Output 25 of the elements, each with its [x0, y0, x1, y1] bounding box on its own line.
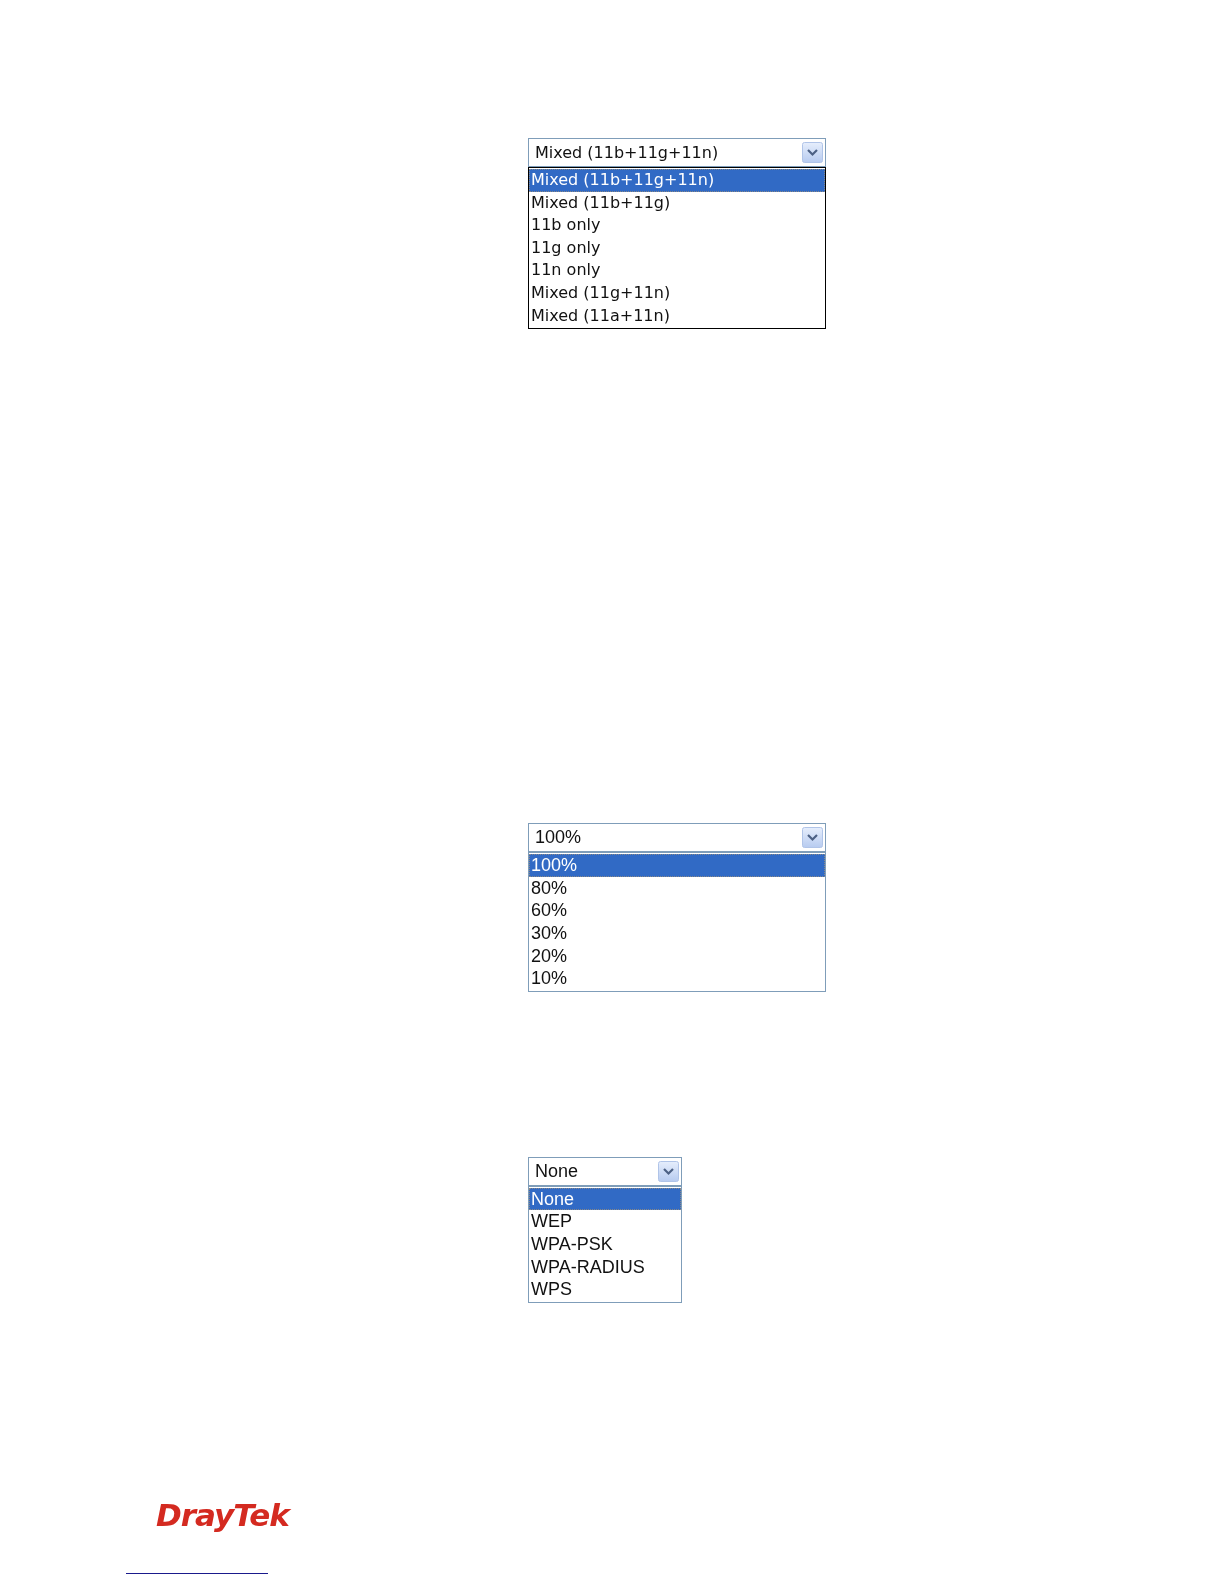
dropdown-option[interactable]: Mixed (11a+11n) — [529, 304, 825, 328]
dropdown-option[interactable]: 30% — [529, 921, 825, 945]
dropdown-field[interactable]: Mixed (11b+11g+11n) — [528, 138, 826, 167]
dropdown-field[interactable]: 100% — [528, 823, 826, 853]
dropdown-option[interactable]: 11n only — [529, 259, 825, 282]
dropdown-option[interactable]: 11g only — [529, 236, 825, 260]
dropdown-option[interactable]: 20% — [529, 944, 825, 968]
dropdown-option[interactable]: WPS — [529, 1278, 681, 1301]
dropdown-option[interactable]: Mixed (11b+11g+11n) — [529, 169, 825, 192]
chevron-down-icon[interactable] — [802, 827, 823, 849]
chevron-down-icon[interactable] — [658, 1160, 679, 1182]
dropdown-option[interactable]: 80% — [529, 876, 825, 900]
dropdown-option[interactable]: 60% — [529, 899, 825, 922]
dropdown-option[interactable]: 100% — [529, 854, 825, 877]
dropdown-option[interactable]: 11b only — [529, 214, 825, 237]
dropdown-option[interactable]: Mixed (11b+11g) — [529, 191, 825, 215]
dropdown-option[interactable]: WPA-PSK — [529, 1232, 681, 1256]
dropdown-option[interactable]: WEP — [529, 1210, 681, 1233]
dropdown-field[interactable]: None — [528, 1156, 682, 1186]
brand-logo: DrayTek — [155, 1497, 292, 1533]
dropdown-option[interactable]: None — [529, 1187, 681, 1211]
dropdown-option[interactable]: WPA-RADIUS — [529, 1255, 681, 1279]
dropdown-option[interactable]: 10% — [529, 967, 825, 990]
dropdown-option[interactable]: Mixed (11g+11n) — [529, 281, 825, 305]
chevron-down-icon[interactable] — [802, 142, 823, 163]
